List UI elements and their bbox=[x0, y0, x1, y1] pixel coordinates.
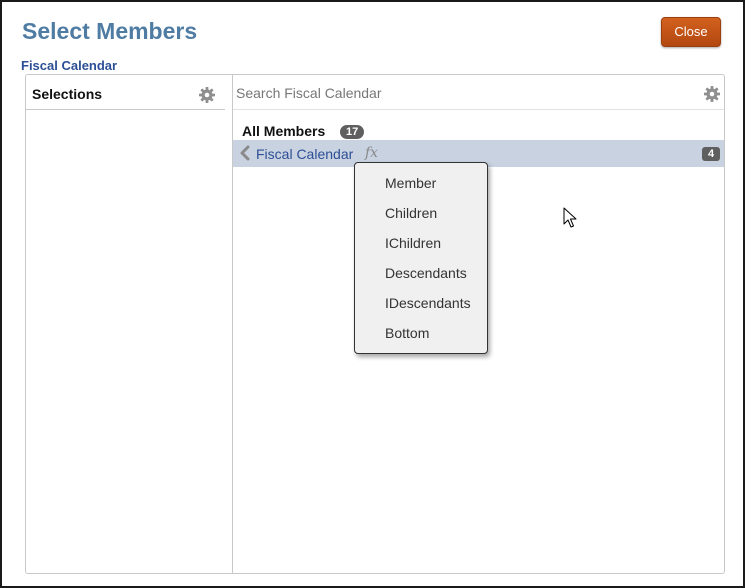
menu-item-idescendants[interactable]: IDescendants bbox=[355, 293, 487, 323]
gear-icon[interactable] bbox=[703, 85, 721, 103]
menu-item-ichildren[interactable]: IChildren bbox=[355, 233, 487, 263]
dimension-label: Fiscal Calendar bbox=[21, 58, 118, 73]
menu-item-descendants[interactable]: Descendants bbox=[355, 263, 487, 293]
menu-item-bottom[interactable]: Bottom bbox=[355, 323, 487, 353]
dialog-title: Select Members bbox=[22, 18, 198, 44]
member-label[interactable]: Fiscal Calendar bbox=[256, 146, 353, 162]
menu-item-children[interactable]: Children bbox=[355, 203, 487, 233]
member-function-menu: Member Children IChildren Descendants ID… bbox=[354, 162, 488, 354]
selections-divider bbox=[26, 109, 225, 110]
selections-header: Selections bbox=[32, 86, 103, 102]
menu-item-member[interactable]: Member bbox=[355, 173, 487, 203]
all-members-count-badge: 17 bbox=[340, 125, 365, 139]
close-button[interactable]: Close bbox=[661, 17, 721, 47]
gear-icon[interactable] bbox=[198, 86, 216, 104]
select-members-dialog: Select Members Close Fiscal Calendar Sel… bbox=[0, 0, 745, 588]
chevron-left-icon[interactable] bbox=[240, 145, 250, 166]
search-divider bbox=[233, 109, 724, 110]
all-members-label: All Members bbox=[242, 123, 326, 139]
fx-icon[interactable]: fx bbox=[365, 145, 378, 161]
mouse-pointer-icon bbox=[563, 207, 577, 234]
member-count-badge: 4 bbox=[702, 147, 720, 161]
search-input[interactable] bbox=[234, 77, 700, 109]
